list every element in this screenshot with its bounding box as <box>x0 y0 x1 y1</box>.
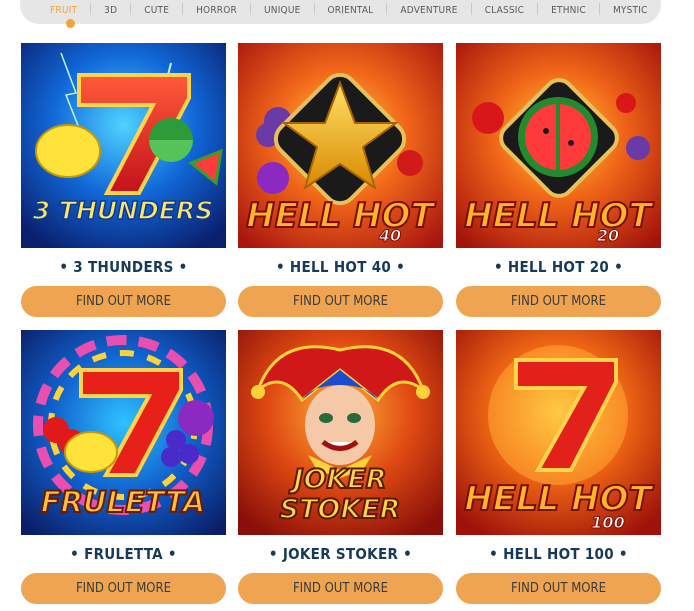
game-title: • HELL HOT 100 • <box>489 545 628 563</box>
game-art: 3 THUNDERS <box>21 43 226 248</box>
game-card-fruletta: FRULETTA • FRULETTA • FIND OUT MORE <box>21 330 226 604</box>
filter-fruit[interactable]: FRUIT <box>50 5 77 16</box>
game-logo-number: 20 <box>597 226 619 245</box>
game-logo-text: HELL HOT <box>246 196 436 236</box>
filter-horror[interactable]: HORROR <box>196 5 237 16</box>
find-out-more-button[interactable]: FIND OUT MORE <box>21 286 226 317</box>
game-thumbnail[interactable]: FRULETTA <box>21 330 226 535</box>
game-art: HELL HOT 20 <box>456 43 661 248</box>
game-thumbnail[interactable]: 3 THUNDERS <box>21 43 226 248</box>
game-logo-number: 40 <box>378 226 401 245</box>
filter-divider <box>90 3 92 15</box>
active-filter-indicator <box>66 19 75 28</box>
game-card-hell-hot-40: HELL HOT 40 • HELL HOT 40 • FIND OUT MOR… <box>238 43 443 317</box>
game-thumbnail[interactable]: HELL HOT 40 <box>238 43 443 248</box>
game-title: • HELL HOT 40 • <box>276 258 405 276</box>
filter-unique[interactable]: UNIQUE <box>264 5 301 16</box>
filter-mystic[interactable]: MYSTIC <box>613 5 648 16</box>
filter-divider <box>249 3 251 15</box>
game-card-hell-hot-100: HELL HOT 100 • HELL HOT 100 • FIND OUT M… <box>456 330 661 604</box>
filter-divider <box>470 3 472 15</box>
filter-divider <box>598 3 600 15</box>
filter-divider <box>313 3 315 15</box>
find-out-more-button[interactable]: FIND OUT MORE <box>238 286 443 317</box>
game-art: HELL HOT 40 <box>238 43 443 248</box>
game-title: • 3 THUNDERS • <box>59 258 188 276</box>
filter-divider <box>182 3 184 15</box>
game-logo-text-line2: STOKER <box>280 494 401 525</box>
game-thumbnail[interactable]: HELL HOT 20 <box>456 43 661 248</box>
filter-adventure[interactable]: ADVENTURE <box>400 5 457 16</box>
game-art: FRULETTA <box>21 330 226 535</box>
filter-cute[interactable]: CUTE <box>144 5 169 16</box>
game-card-3-thunders: 3 THUNDERS • 3 THUNDERS • FIND OUT MORE <box>21 43 226 317</box>
filter-classic[interactable]: CLASSIC <box>485 5 524 16</box>
filter-ethnic[interactable]: ETHNIC <box>551 5 586 16</box>
game-card-hell-hot-20: HELL HOT 20 • HELL HOT 20 • FIND OUT MOR… <box>456 43 661 317</box>
game-logo-number: 100 <box>591 513 624 532</box>
game-logo-text: JOKER <box>288 464 386 495</box>
game-logo-text: 3 THUNDERS <box>33 196 213 225</box>
game-thumbnail[interactable]: JOKER STOKER <box>238 330 443 535</box>
filter-divider <box>537 3 539 15</box>
find-out-more-button[interactable]: FIND OUT MORE <box>238 573 443 604</box>
find-out-more-button[interactable]: FIND OUT MORE <box>456 286 661 317</box>
filter-divider <box>130 3 132 15</box>
game-title: • HELL HOT 20 • <box>494 258 623 276</box>
filter-3d[interactable]: 3D <box>104 5 117 16</box>
game-title: • JOKER STOKER • <box>268 545 413 563</box>
filter-divider <box>386 3 388 15</box>
game-art: HELL HOT 100 <box>456 330 661 535</box>
game-art: JOKER STOKER <box>238 330 443 535</box>
filter-oriental[interactable]: ORIENTAL <box>328 5 374 16</box>
game-thumbnail[interactable]: HELL HOT 100 <box>456 330 661 535</box>
game-logo-text: HELL HOT <box>464 196 654 236</box>
find-out-more-button[interactable]: FIND OUT MORE <box>21 573 226 604</box>
game-title: • FRULETTA • <box>70 545 177 563</box>
game-logo-text: FRULETTA <box>41 485 205 519</box>
category-filter-bar: FRUIT 3D CUTE HORROR UNIQUE ORIENTAL ADV… <box>20 0 661 24</box>
game-card-joker-stoker: JOKER STOKER • JOKER STOKER • FIND OUT M… <box>238 330 443 604</box>
game-logo-text: HELL HOT <box>464 479 654 519</box>
find-out-more-button[interactable]: FIND OUT MORE <box>456 573 661 604</box>
